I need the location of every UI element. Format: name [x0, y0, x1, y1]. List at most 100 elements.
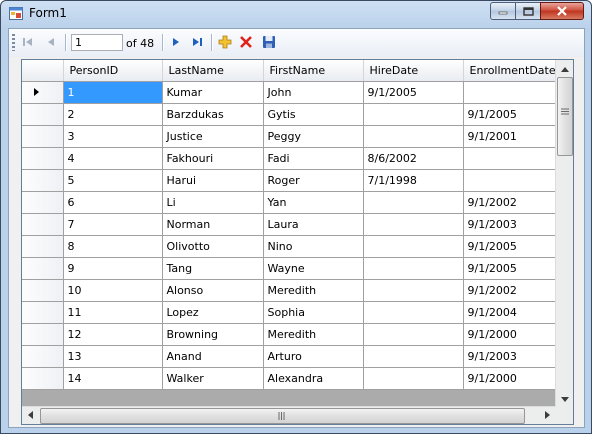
grid-cell[interactable]: 9/1/2004 [463, 301, 564, 324]
grid-cell[interactable]: Tang [162, 257, 264, 280]
grid-cell[interactable]: 9/1/2003 [463, 345, 564, 368]
grid-cell[interactable] [363, 191, 464, 214]
grid-cell[interactable] [363, 345, 464, 368]
grid-cell[interactable]: Fadi [263, 147, 364, 170]
grid-cell[interactable]: John [263, 81, 364, 104]
grid-cell[interactable]: 3 [63, 125, 163, 148]
row-header[interactable] [22, 191, 64, 214]
maximize-button[interactable] [515, 2, 541, 20]
table-row[interactable]: 3 Justice Peggy 9/1/2001 [22, 125, 564, 148]
table-row[interactable]: 8 Olivotto Nino 9/1/2005 [22, 235, 564, 258]
grid-cell[interactable] [363, 103, 464, 126]
grid-cell[interactable] [363, 125, 464, 148]
grid-cell[interactable]: Roger [263, 169, 364, 192]
column-header[interactable]: EnrollmentDate [463, 60, 564, 82]
column-header[interactable]: HireDate [363, 60, 464, 82]
grid-cell[interactable]: Arturo [263, 345, 364, 368]
grid-cell[interactable]: Li [162, 191, 264, 214]
grid-cell[interactable]: Lopez [162, 301, 264, 324]
grid-cell[interactable] [363, 213, 464, 236]
grid-cell[interactable]: 9/1/2002 [463, 191, 564, 214]
grid-cell[interactable] [363, 257, 464, 280]
grid-cell[interactable]: Alonso [162, 279, 264, 302]
position-input[interactable] [71, 34, 123, 51]
scroll-right-button[interactable] [539, 407, 556, 424]
table-row[interactable]: 7 Norman Laura 9/1/2003 [22, 213, 564, 236]
grid-cell[interactable]: 12 [63, 323, 163, 346]
grid-cell[interactable]: 9/1/2005 [463, 103, 564, 126]
grid-cell[interactable]: Fakhouri [162, 147, 264, 170]
grid-cell[interactable]: 6 [63, 191, 163, 214]
horizontal-scroll-thumb[interactable] [40, 408, 525, 424]
grid-cell[interactable]: Kumar [162, 81, 264, 104]
grid-cell[interactable]: Anand [162, 345, 264, 368]
grid-cell[interactable]: 11 [63, 301, 163, 324]
row-header[interactable] [22, 345, 64, 368]
table-row[interactable]: 4 Fakhouri Fadi 8/6/2002 [22, 147, 564, 170]
row-header[interactable] [22, 81, 64, 104]
grid-cell[interactable]: Browning [162, 323, 264, 346]
grid-cell[interactable]: 10 [63, 279, 163, 302]
table-row[interactable]: 12 Browning Meredith 9/1/2000 [22, 323, 564, 346]
grid-cell[interactable]: 9/1/2001 [463, 125, 564, 148]
row-header[interactable] [22, 235, 64, 258]
grid-cell[interactable]: 2 [63, 103, 163, 126]
row-header[interactable] [22, 279, 64, 302]
move-first-button[interactable] [18, 33, 38, 53]
grid-cell[interactable] [363, 235, 464, 258]
row-header[interactable] [22, 147, 64, 170]
table-row[interactable]: 13 Anand Arturo 9/1/2003 [22, 345, 564, 368]
grid-cell[interactable]: Olivotto [162, 235, 264, 258]
minimize-button[interactable] [490, 2, 516, 20]
grid-cell[interactable] [463, 147, 564, 170]
column-header[interactable]: LastName [162, 60, 264, 82]
grid-cell[interactable]: 9/1/2005 [363, 81, 464, 104]
grid-cell[interactable]: Norman [162, 213, 264, 236]
grid-cell[interactable]: Alexandra [263, 367, 364, 390]
grid-cell[interactable]: 9/1/2003 [463, 213, 564, 236]
title-bar[interactable]: Form1 [1, 1, 591, 27]
row-header[interactable] [22, 257, 64, 280]
grid-cell[interactable] [363, 367, 464, 390]
move-next-button[interactable] [166, 33, 186, 53]
grid-cell[interactable]: 9 [63, 257, 163, 280]
grid-corner-header[interactable] [22, 60, 64, 82]
grid-cell[interactable]: 7/1/1998 [363, 169, 464, 192]
table-row[interactable]: 1 Kumar John 9/1/2005 [22, 81, 564, 104]
grid-cell[interactable]: Meredith [263, 323, 364, 346]
grid-cell[interactable]: 1 [63, 81, 163, 104]
grid-cell[interactable] [363, 301, 464, 324]
row-header[interactable] [22, 367, 64, 390]
scroll-down-button[interactable] [556, 390, 573, 407]
table-row[interactable]: 9 Tang Wayne 9/1/2005 [22, 257, 564, 280]
grid-cell[interactable]: Laura [263, 213, 364, 236]
row-header[interactable] [22, 103, 64, 126]
row-header[interactable] [22, 213, 64, 236]
grid-cell[interactable]: Wayne [263, 257, 364, 280]
grid-cell[interactable]: 7 [63, 213, 163, 236]
delete-button[interactable] [236, 33, 256, 53]
save-button[interactable] [259, 33, 279, 53]
table-row[interactable]: 6 Li Yan 9/1/2002 [22, 191, 564, 214]
grid-cell[interactable]: 13 [63, 345, 163, 368]
column-header[interactable]: FirstName [263, 60, 364, 82]
close-button[interactable] [540, 2, 584, 20]
column-header[interactable]: PersonID [63, 60, 163, 82]
row-header[interactable] [22, 301, 64, 324]
grid-cell[interactable]: 14 [63, 367, 163, 390]
move-previous-button[interactable] [41, 33, 61, 53]
grid-cell[interactable]: Walker [162, 367, 264, 390]
grid-cell[interactable]: 4 [63, 147, 163, 170]
table-row[interactable]: 2 Barzdukas Gytis 9/1/2005 [22, 103, 564, 126]
add-new-button[interactable] [215, 33, 235, 53]
grid-cell[interactable] [363, 323, 464, 346]
grid-cell[interactable]: 9/1/2002 [463, 279, 564, 302]
grid-cell[interactable]: Yan [263, 191, 364, 214]
move-last-button[interactable] [187, 33, 207, 53]
scroll-up-button[interactable] [556, 60, 573, 77]
grid-cell[interactable] [363, 279, 464, 302]
grid-cell[interactable]: 9/1/2005 [463, 235, 564, 258]
toolbar-grip[interactable] [12, 34, 15, 51]
grid-cell[interactable]: 9/1/2000 [463, 323, 564, 346]
data-grid[interactable]: PersonID LastName FirstName HireDate Enr… [21, 59, 574, 425]
